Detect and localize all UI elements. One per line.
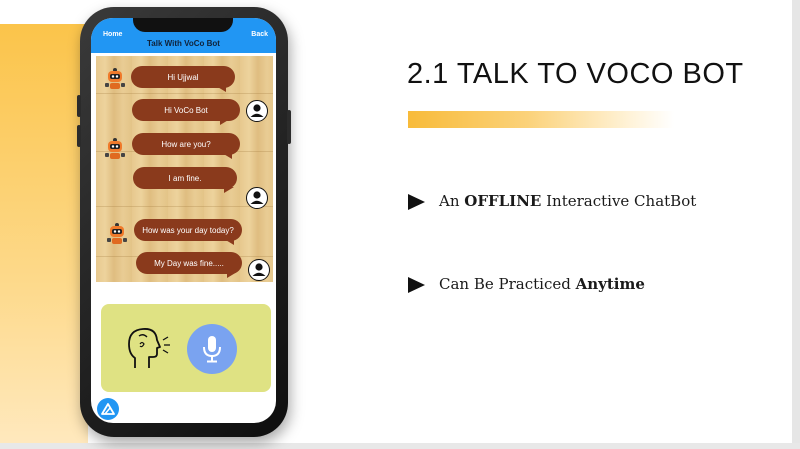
phone-power-button	[287, 110, 291, 144]
bullet-text-bold: OFFLINE	[464, 192, 542, 210]
phone-notch	[133, 18, 233, 32]
bubble-tail	[216, 86, 226, 92]
bubble-tail	[227, 272, 237, 278]
message-text: Hi VoCo Bot	[164, 105, 208, 115]
slide-edge-shadow	[792, 0, 800, 449]
bullet-text: An OFFLINE Interactive ChatBot	[439, 190, 739, 213]
phone-screen: Home Back Talk With VoCo Bot Hi Ujjwal H…	[91, 18, 276, 423]
microphone-button[interactable]	[187, 324, 237, 374]
bubble-tail	[222, 153, 232, 159]
voice-input-panel	[101, 304, 271, 392]
phone-volume-up	[77, 95, 81, 117]
bullet-text: Can Be Practiced Anytime	[439, 273, 739, 296]
message-text: I am fine.	[168, 173, 202, 183]
microphone-icon	[203, 336, 221, 363]
bullet-text-pre: Can Be Practiced	[439, 275, 576, 293]
app-logo-icon	[101, 403, 115, 415]
chat-bubble-user: I am fine.	[133, 167, 237, 189]
message-text: My Day was fine.....	[154, 258, 224, 268]
message-text: Hi Ujjwal	[167, 72, 199, 82]
app-header: Home Back Talk With VoCo Bot	[91, 18, 276, 53]
app-title: Talk With VoCo Bot	[147, 39, 220, 48]
chat-bubble-user: Hi VoCo Bot	[132, 99, 240, 121]
chat-bubble-bot: How was your day today?	[134, 219, 242, 241]
robot-icon	[107, 223, 127, 244]
arrow-bullet-icon	[408, 277, 425, 293]
slide-bottom-shadow	[0, 443, 800, 449]
bubble-tail	[220, 119, 230, 125]
bubble-tail	[224, 239, 234, 245]
user-avatar-icon	[246, 187, 268, 209]
chat-bubble-bot: How are you?	[132, 133, 240, 155]
message-text: How are you?	[161, 139, 211, 149]
back-button[interactable]: Back	[251, 31, 268, 38]
user-avatar-icon	[246, 100, 268, 122]
message-text: How was your day today?	[142, 225, 234, 235]
robot-icon	[105, 68, 125, 89]
title-underline	[408, 111, 674, 128]
slide: Home Back Talk With VoCo Bot Hi Ujjwal H…	[0, 0, 800, 449]
accent-block	[0, 24, 88, 449]
user-avatar-icon	[248, 259, 270, 281]
bullet-text-post: Interactive ChatBot	[541, 192, 697, 210]
chat-bubble-user: My Day was fine.....	[136, 252, 242, 274]
arrow-bullet-icon	[408, 194, 425, 210]
bubble-tail	[224, 187, 234, 193]
app-logo-button[interactable]	[97, 398, 119, 420]
chat-bubble-bot: Hi Ujjwal	[131, 66, 235, 88]
wood-grain	[96, 93, 273, 94]
home-button[interactable]: Home	[103, 31, 122, 38]
phone-volume-down	[77, 125, 81, 147]
bullet-text-bold: Anytime	[575, 275, 645, 293]
robot-icon	[105, 138, 125, 159]
slide-title: 2.1 TALK TO VOCO BOT	[407, 58, 744, 90]
bullet-text-pre: An	[439, 192, 465, 210]
speaking-head-icon	[128, 328, 170, 368]
chat-area[interactable]: Hi Ujjwal Hi VoCo Bot How are you? I am …	[96, 56, 273, 282]
